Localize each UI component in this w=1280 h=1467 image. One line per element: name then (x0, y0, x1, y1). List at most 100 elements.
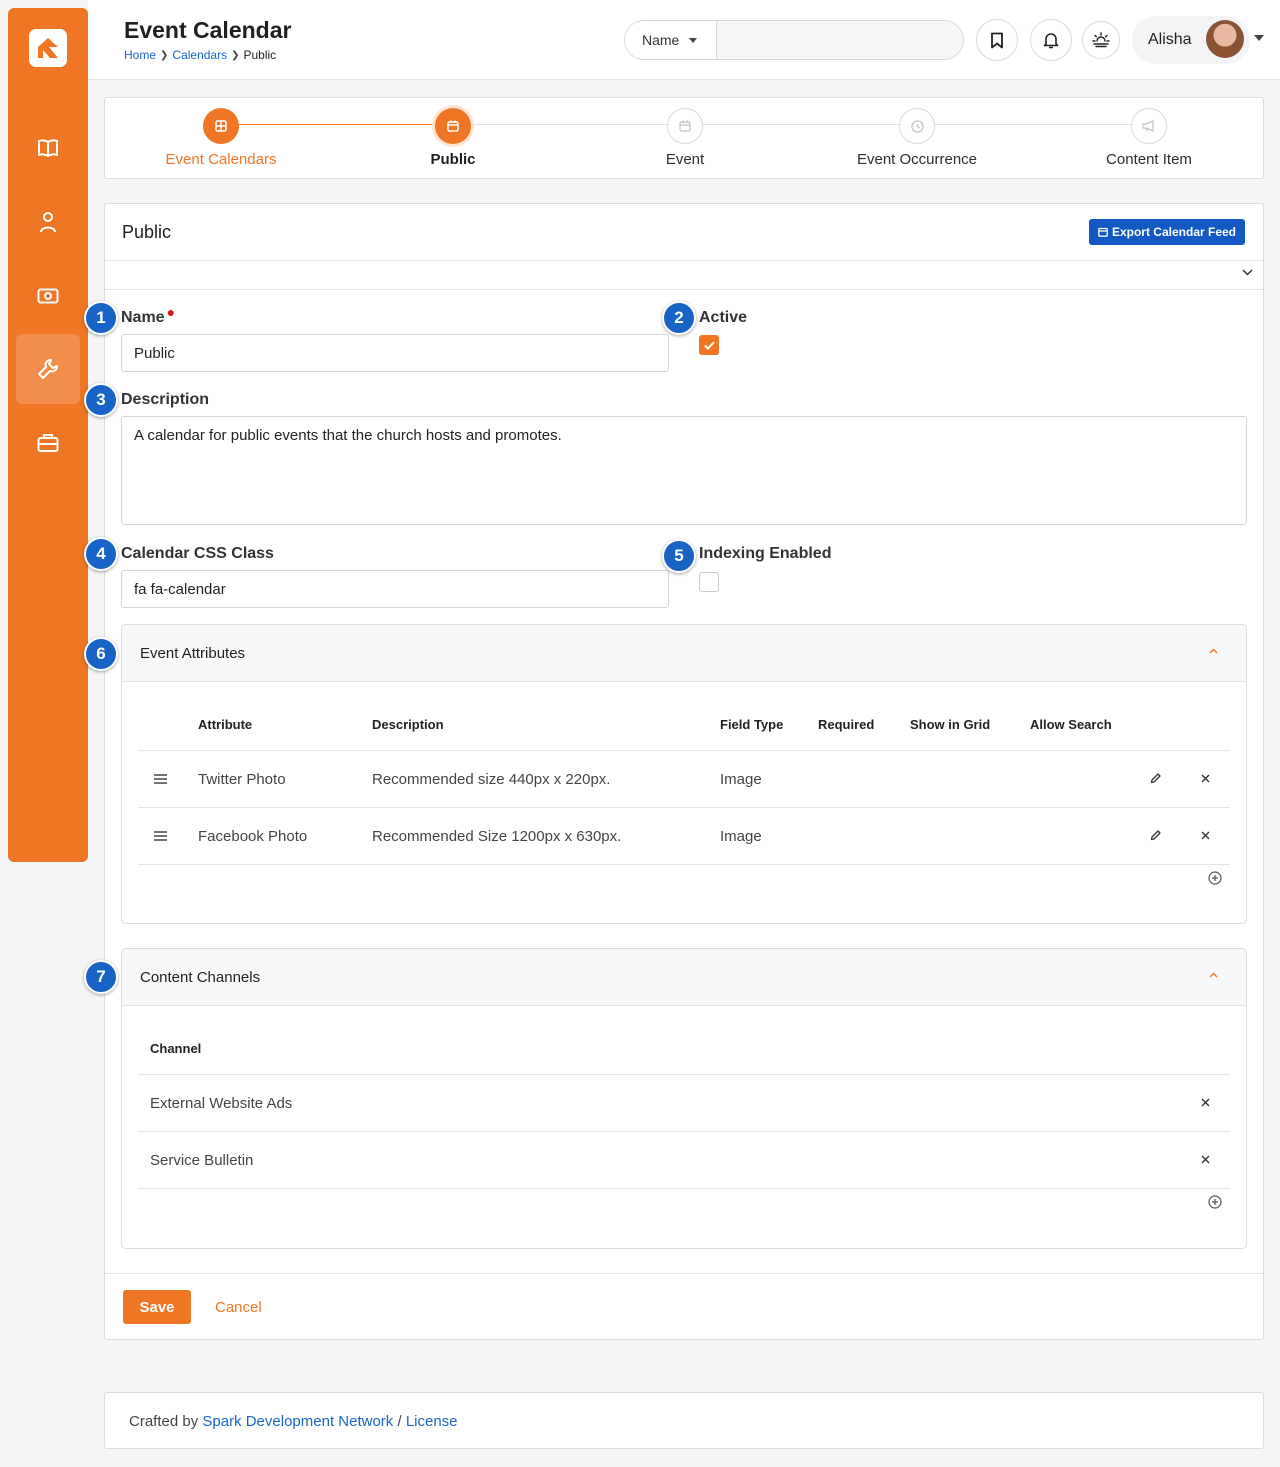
sun-haze-icon (1092, 32, 1110, 48)
close-icon[interactable] (1201, 831, 1210, 840)
event-attributes-panel: Event Attributes Attribute Description F… (121, 624, 1247, 924)
callout-marker: 1 (84, 301, 118, 335)
divider (138, 1131, 1230, 1132)
calendar-panel: Public Export Calendar Feed Name ● Public… (104, 203, 1264, 1340)
caret-down-icon[interactable] (1254, 35, 1264, 41)
footer-separator: / (397, 1413, 402, 1430)
close-icon[interactable] (1201, 774, 1210, 783)
drag-handle-icon[interactable] (154, 774, 167, 784)
column-header: Required (818, 717, 875, 732)
channel-name: Service Bulletin (150, 1152, 254, 1169)
required-indicator: ● (166, 304, 176, 320)
name-label: Name ● (121, 304, 176, 326)
attribute-name: Facebook Photo (198, 828, 308, 845)
divider (138, 864, 1230, 865)
name-input[interactable]: Public (121, 334, 669, 372)
footer-prefix: Crafted by (129, 1413, 199, 1430)
callout-marker: 4 (84, 537, 118, 571)
wizard-step-label: Public (430, 151, 476, 168)
chevron-up-icon[interactable] (1209, 648, 1218, 654)
check-icon (703, 340, 715, 350)
column-header: Channel (150, 1041, 202, 1056)
search-type-label: Name (642, 32, 680, 48)
wrench-icon[interactable] (16, 334, 80, 404)
page-footer: Crafted by Spark Development Network / L… (104, 1392, 1264, 1449)
content-channels-header[interactable]: Content Channels (122, 949, 1246, 1006)
divider (138, 1074, 1230, 1075)
callout-marker: 2 (662, 301, 696, 335)
drag-handle-icon[interactable] (154, 831, 167, 841)
notifications-button[interactable] (1030, 19, 1072, 61)
bookmark-button[interactable] (976, 19, 1018, 61)
page-title: Event Calendar (124, 17, 292, 43)
calendar-icon (667, 108, 703, 144)
wizard-steps: Event Calendars Public Event Event Occur… (104, 97, 1264, 179)
add-circle-icon[interactable] (1208, 871, 1222, 885)
pencil-icon[interactable] (1150, 830, 1161, 841)
column-header: Allow Search (1030, 717, 1112, 732)
description-value: A calendar for public events that the ch… (134, 427, 562, 444)
panel-drawer-toggle[interactable] (105, 261, 1263, 290)
rock-logo[interactable] (29, 29, 67, 67)
calendar-icon (1098, 227, 1108, 237)
breadcrumb: Home ❯ Calendars ❯ Public (124, 48, 276, 62)
search-type-dropdown[interactable]: Name (625, 21, 717, 59)
description-label: Description (121, 391, 210, 408)
chevron-up-icon[interactable] (1209, 972, 1218, 978)
content-channels-panel: Content Channels Channel External Websit… (121, 948, 1247, 1249)
user-menu[interactable]: Alisha (1132, 16, 1250, 64)
book-icon[interactable] (16, 113, 80, 183)
form-actions: Save Cancel (105, 1273, 1263, 1340)
header: Event Calendar Home ❯ Calendars ❯ Public… (88, 0, 1280, 80)
save-button[interactable]: Save (123, 1290, 191, 1324)
user-name: Alisha (1148, 31, 1192, 48)
attribute-name: Twitter Photo (198, 771, 286, 788)
search-input[interactable] (717, 21, 963, 59)
license-link[interactable]: License (406, 1413, 458, 1430)
footer-text: Crafted by Spark Development Network / L… (129, 1413, 458, 1430)
clock-icon (899, 108, 935, 144)
column-header: Show in Grid (910, 717, 991, 732)
wizard-step-label: Event Occurrence (856, 151, 978, 168)
money-icon[interactable] (16, 261, 80, 331)
divider (138, 1188, 1230, 1189)
column-header: Attribute (198, 717, 253, 732)
divider (138, 750, 1230, 751)
event-attributes-title: Event Attributes (140, 645, 246, 662)
theme-toggle-button[interactable] (1082, 21, 1120, 59)
person-icon[interactable] (16, 187, 80, 257)
export-calendar-feed-button[interactable]: Export Calendar Feed (1088, 219, 1245, 245)
wizard-step-label: Event Calendars (165, 151, 277, 168)
bookmark-icon (991, 32, 1003, 48)
pencil-icon[interactable] (1150, 773, 1161, 784)
chevron-right-icon: ❯ (231, 49, 240, 61)
spark-link[interactable]: Spark Development Network (202, 1413, 393, 1430)
chevron-right-icon: ❯ (160, 49, 169, 61)
event-attributes-header[interactable]: Event Attributes (122, 625, 1246, 682)
briefcase-icon[interactable] (16, 408, 80, 478)
bullhorn-icon (1131, 108, 1167, 144)
breadcrumb-home[interactable]: Home (124, 48, 156, 62)
active-checkbox[interactable] (699, 335, 719, 355)
search-bar: Name (624, 20, 964, 60)
avatar (1206, 20, 1244, 58)
attribute-description: Recommended size 440px x 220px. (372, 771, 611, 788)
description-textarea[interactable]: A calendar for public events that the ch… (121, 416, 1247, 525)
css-class-input[interactable]: fa fa-calendar (121, 570, 669, 608)
calendar-icon (435, 108, 471, 144)
close-icon[interactable] (1201, 1098, 1210, 1107)
content-channels-title: Content Channels (140, 969, 261, 986)
wizard-connector (237, 124, 453, 125)
wizard-step-label: Event (665, 151, 705, 168)
close-icon[interactable] (1201, 1155, 1210, 1164)
indexing-enabled-checkbox[interactable] (699, 572, 719, 592)
export-button-label: Export Calendar Feed (1111, 225, 1236, 239)
breadcrumb-calendars[interactable]: Calendars (172, 48, 227, 62)
sidebar (8, 8, 88, 862)
column-header: Description (372, 717, 444, 732)
wizard-step-label: Content Item (1106, 151, 1192, 168)
column-header: Field Type (720, 717, 784, 732)
cancel-link[interactable]: Cancel (215, 1299, 262, 1316)
caret-down-icon (689, 37, 698, 43)
add-circle-icon[interactable] (1208, 1195, 1222, 1209)
